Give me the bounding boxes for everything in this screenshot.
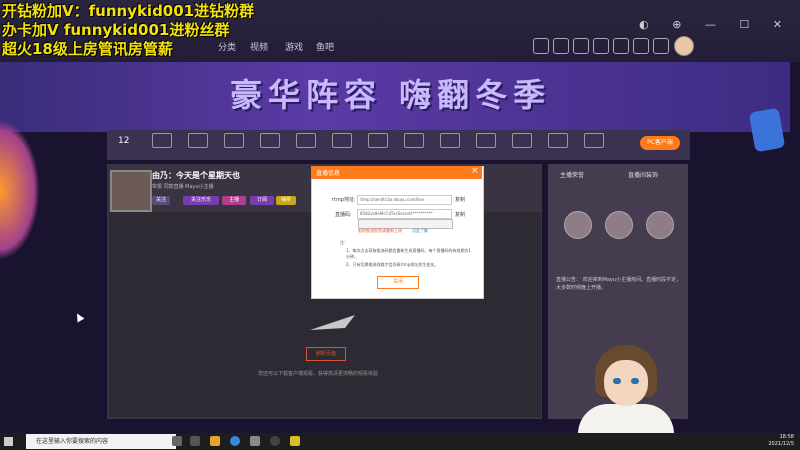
toolbar-item-9[interactable] [440, 133, 460, 148]
honor-avatar-1[interactable] [564, 211, 592, 239]
stream-code-input[interactable]: 8582vk8eMcCdTxsSecrets********** [357, 209, 452, 219]
vtuber-body [578, 404, 674, 434]
tag-lottery[interactable]: 抽奖 [276, 196, 296, 205]
stream-code-label: 直播码: [335, 212, 352, 218]
toolbar-item-10[interactable] [476, 133, 496, 148]
toolbar-item-7[interactable] [368, 133, 388, 148]
nav-item-category[interactable]: 分类 [218, 40, 236, 54]
refresh-page-button[interactable]: 刷新页面 [306, 347, 346, 361]
user-avatar[interactable] [674, 36, 694, 56]
toolbar-item-8[interactable] [404, 133, 424, 148]
windows-start-icon[interactable] [4, 437, 13, 446]
copy-code-button[interactable]: 复制 [455, 211, 465, 218]
toolbar-item-2[interactable] [188, 133, 208, 148]
overlay-text-3: 超火18级上房管讯房管薪 [2, 40, 173, 58]
note-1: 1、每次点击获取推流码都会重新生成直播码，每个直播码的有效期为1分钟。 [346, 248, 472, 259]
toolbar-item-11[interactable] [512, 133, 532, 148]
banner-title: 豪华阵容 嗨翻冬季 [230, 76, 552, 114]
taskbar-app-1-icon[interactable] [190, 436, 200, 446]
toolbar-item-5[interactable] [296, 133, 316, 148]
vtuber-eye-right [631, 378, 639, 384]
clock-date: 2021/12/5 [768, 441, 794, 447]
streamer-avatar[interactable] [110, 170, 152, 212]
vtuber-face [604, 360, 648, 406]
vtuber-eye-left [613, 378, 621, 384]
toolbar-item-1[interactable] [152, 133, 172, 148]
toolbar-item-12[interactable] [548, 133, 568, 148]
mouse-cursor-icon [73, 311, 85, 323]
push-fail-note: 若你推流失败请重新上线 [358, 228, 402, 233]
toolbar-item-3[interactable] [224, 133, 244, 148]
tag-follow[interactable]: 关注 [152, 196, 170, 205]
tag-fans[interactable]: 关注乐乐 [183, 196, 219, 205]
taskbar-clock[interactable]: 18:58 2021/12/5 [750, 434, 794, 448]
toolbar-item-4[interactable] [260, 133, 280, 148]
toolbar-item-13[interactable] [584, 133, 604, 148]
close-icon[interactable]: × [471, 166, 479, 176]
room-title: 由乃：今天是个星期天也 [152, 171, 240, 180]
stream-icon[interactable] [633, 38, 649, 54]
player-hint: 您还可以下载客户端观看，获得高清更流畅的观看体验 [258, 371, 379, 377]
location-icon[interactable] [653, 38, 669, 54]
task-view-icon[interactable] [172, 436, 182, 446]
note-2: 2、只有切换推流线路才会导致rtmp地址发生变化。 [346, 262, 439, 267]
tag-host[interactable]: 主播 [222, 196, 246, 205]
nav-item-video[interactable]: 视频 [250, 40, 268, 54]
toolbar-count: 12 [118, 136, 130, 146]
rtmp-label: rtmp地址: [332, 197, 356, 203]
nav-item-game[interactable]: 游戏 [285, 40, 303, 54]
search-icon[interactable] [533, 38, 549, 54]
tag-subscribe[interactable]: 订阅 [250, 196, 274, 205]
announcement: 直播公告： 欢迎来到Mayu小主播房间。直播时段不定，大多数时候晚上开播。 [556, 277, 682, 291]
pc-client-button[interactable]: PC客户端 [640, 136, 680, 150]
close-dialog-button[interactable]: 关闭 [377, 276, 419, 289]
learn-more-link[interactable]: 点此了解 [412, 228, 428, 234]
dialog-title: 直播信息 [316, 170, 341, 177]
note-heading: 注： [340, 240, 348, 245]
history-icon[interactable] [573, 38, 589, 54]
copy-rtmp-button[interactable]: 复制 [455, 196, 465, 203]
toolbar-item-6[interactable] [332, 133, 352, 148]
taskbar-app-3-icon[interactable] [290, 436, 300, 446]
tab-room-decoration[interactable]: 直播间装饰 [628, 170, 658, 179]
taskbar-search-input[interactable]: 在这里输入你要搜索的内容 [26, 434, 176, 449]
overlay-text-1: 开钻粉加V：funnykid001进钻粉群 [2, 2, 255, 20]
overlay-text-2: 办卡加V funnykid001进粉丝群 [2, 21, 230, 39]
honor-avatar-3[interactable] [646, 211, 674, 239]
follow-icon[interactable] [593, 38, 609, 54]
window-controls[interactable]: ◐ ⊕ — ☐ ✕ [639, 18, 792, 31]
rtmp-address-input[interactable]: rtmp://sendtc3a.douyu.com/live [357, 195, 452, 205]
tab-anchor-honor[interactable]: 主播荣誉 [560, 170, 584, 179]
banner-glow [0, 120, 40, 260]
nav-item-fishbar[interactable]: 鱼吧 [316, 40, 334, 54]
honor-avatar-2[interactable] [605, 211, 633, 239]
chrome-icon[interactable] [230, 436, 240, 446]
explorer-icon[interactable] [210, 436, 220, 446]
room-subinfo: 举报 同款直播 Mayu小主播 [152, 184, 214, 190]
clock-time: 18:58 [779, 434, 794, 440]
taskbar-app-2-icon[interactable] [250, 436, 260, 446]
player-logo-icon [310, 315, 355, 330]
obs-icon[interactable] [270, 436, 280, 446]
message-icon[interactable] [613, 38, 629, 54]
download-icon[interactable] [553, 38, 569, 54]
